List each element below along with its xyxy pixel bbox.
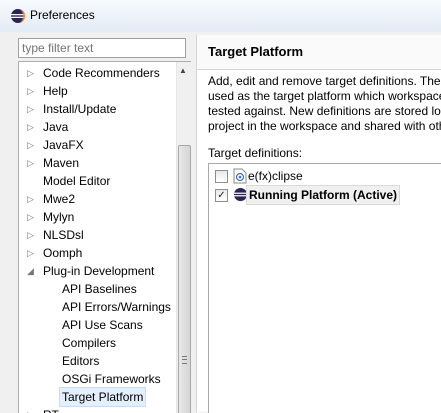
tree-item-label: NLSDsl	[43, 228, 84, 242]
tree-item-label: Editors	[62, 354, 100, 368]
tree-item[interactable]: Model Editor	[19, 172, 176, 190]
definition-checkbox[interactable]: ✓	[215, 189, 228, 202]
collapsed-arrow-icon[interactable]: ▷	[27, 244, 37, 262]
tree-item-label: Help	[43, 84, 68, 98]
tree-item[interactable]: ▷ Help	[19, 82, 176, 100]
tree-item[interactable]: API Errors/Warnings	[19, 298, 176, 316]
title-bar: Preferences	[0, 0, 441, 32]
tree-item[interactable]: ▷ JavaFX	[19, 136, 176, 154]
expanded-arrow-icon[interactable]: ◢	[27, 262, 37, 280]
preferences-sidebar: ▷RT...Target PlatformOSGi FrameworksEdit…	[10, 35, 191, 413]
definition-checkbox[interactable]	[215, 170, 228, 183]
definition-label: Running Platform (Active)	[246, 185, 401, 205]
tree-item-label: API Baselines	[62, 282, 137, 296]
tree-item-label: Plug-in Development	[43, 264, 155, 278]
filter-input[interactable]	[18, 38, 186, 58]
collapsed-arrow-icon[interactable]: ▷	[27, 226, 37, 244]
eclipse-icon	[11, 9, 25, 23]
page-header: Target Platform	[197, 35, 441, 70]
tree-item[interactable]: API Baselines	[19, 280, 176, 298]
tree-item[interactable]: ▷ Oomph	[19, 244, 176, 262]
tree-item-label: Oomph	[43, 246, 83, 260]
tree-item[interactable]: API Use Scans	[19, 316, 176, 334]
scroll-up-arrow-icon[interactable]: ▲	[179, 66, 187, 75]
tree-item[interactable]: ▷ Code Recommenders	[19, 64, 176, 82]
tree-item-label: Mylyn	[43, 210, 75, 224]
collapsed-arrow-icon[interactable]: ▷	[27, 154, 37, 172]
scrollbar-thumb[interactable]	[178, 145, 191, 413]
target-file-icon	[233, 168, 247, 184]
description-line: project in the workspace and shared with…	[208, 119, 441, 133]
collapsed-arrow-icon[interactable]: ▷	[27, 190, 37, 208]
tree-item-label: API Use Scans	[62, 318, 143, 332]
page-description: Add, edit and remove target definitions.…	[208, 74, 441, 134]
tree-item-label: Model Editor	[43, 174, 111, 188]
collapsed-arrow-icon[interactable]: ▷	[27, 82, 37, 100]
target-definitions-list: e(fx)clipse ✓ Running Platform (Active)	[208, 163, 441, 413]
description-line: used as the target platform which worksp…	[208, 89, 441, 103]
grip-icon	[182, 356, 187, 364]
tree-item-label: API Errors/Warnings	[62, 300, 171, 314]
collapsed-arrow-icon[interactable]: ▷	[27, 100, 37, 118]
collapsed-arrow-icon[interactable]: ▷	[27, 136, 37, 154]
tree-scrollbar[interactable]: ▲	[176, 62, 191, 413]
tree-item[interactable]: ◢ Plug-in Development	[19, 262, 176, 280]
definition-label: e(fx)clipse	[248, 169, 303, 183]
tree-item[interactable]: ▷ Install/Update	[19, 100, 176, 118]
tree-item-label: Code Recommenders	[43, 66, 160, 80]
preference-page: Target Platform Add, edit and remove tar…	[197, 35, 441, 413]
definitions-label: Target definitions:	[208, 146, 303, 160]
tree-item[interactable]: OSGi Frameworks	[19, 370, 176, 388]
tree-item[interactable]: ▷ Java	[19, 118, 176, 136]
tree-item-label: Compilers	[62, 336, 117, 350]
tree-item[interactable]: ▷ Mwe2	[19, 190, 176, 208]
tree-item-label: Java	[43, 120, 69, 134]
tree-item-label: Maven	[43, 156, 80, 170]
description-line: tested against. New definitions are stor…	[208, 104, 441, 118]
window-title: Preferences	[30, 8, 95, 22]
page-title: Target Platform	[208, 44, 304, 59]
tree-item-label: JavaFX	[43, 138, 84, 152]
tree-item[interactable]: Editors	[19, 352, 176, 370]
collapsed-arrow-icon[interactable]: ▷	[27, 208, 37, 226]
tree-item-label: Target Platform	[59, 387, 147, 407]
tree-item[interactable]: ▷ NLSDsl	[19, 226, 176, 244]
description-line: Add, edit and remove target definitions.…	[208, 74, 441, 88]
tree-item-label: OSGi Frameworks	[62, 372, 161, 386]
preferences-tree: ▷RT...Target PlatformOSGi FrameworksEdit…	[18, 61, 191, 413]
tree-item-label: Install/Update	[43, 102, 117, 116]
tree-item[interactable]: ▷ Mylyn	[19, 208, 176, 226]
collapsed-arrow-icon[interactable]: ▷	[27, 118, 37, 136]
tree-item[interactable]: Target Platform	[19, 387, 176, 407]
tree-item[interactable]: Compilers	[19, 334, 176, 352]
collapsed-arrow-icon[interactable]: ▷	[27, 64, 37, 82]
tree-item[interactable]: ▷ Maven	[19, 154, 176, 172]
tree-item-label: Mwe2	[43, 192, 76, 206]
